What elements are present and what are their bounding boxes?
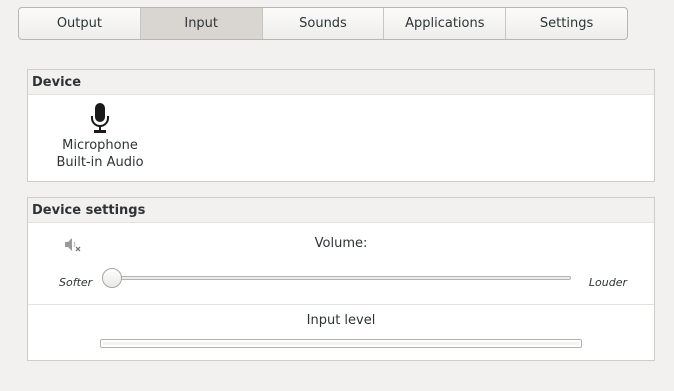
- device-frame: Device Microphone Built-in Audio: [27, 69, 655, 182]
- device-description: Built-in Audio: [56, 155, 144, 170]
- tab-applications[interactable]: Applications: [384, 8, 507, 39]
- device-name: Microphone: [62, 138, 138, 153]
- tab-bar: Output Input Sounds Applications Setting…: [18, 7, 628, 40]
- volume-slider-knob[interactable]: [102, 268, 122, 288]
- device-microphone[interactable]: Microphone Built-in Audio: [50, 103, 150, 171]
- device-settings-frame: Device settings Volume: Softer Louder In…: [27, 197, 655, 361]
- louder-label: Louder: [588, 276, 627, 289]
- tab-input[interactable]: Input: [140, 8, 263, 39]
- microphone-icon: [91, 103, 109, 133]
- volume-label: Volume:: [314, 236, 368, 251]
- device-frame-title: Device: [28, 70, 654, 95]
- divider: [28, 304, 654, 305]
- softer-label: Softer: [59, 276, 93, 289]
- input-level-label: Input level: [306, 313, 376, 328]
- input-level-meter: [100, 339, 582, 348]
- device-settings-title: Device settings: [28, 198, 654, 223]
- tab-sounds[interactable]: Sounds: [263, 8, 385, 39]
- tab-output[interactable]: Output: [19, 8, 141, 39]
- tab-settings[interactable]: Settings: [506, 8, 627, 39]
- volume-slider[interactable]: [111, 276, 571, 280]
